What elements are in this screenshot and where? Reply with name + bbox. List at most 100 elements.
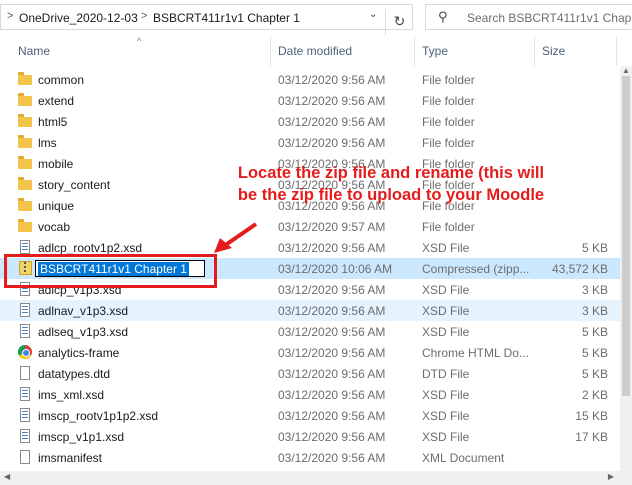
xsd-file-icon — [20, 240, 30, 254]
chevron-down-icon[interactable]: ⌄ — [369, 9, 377, 20]
table-row[interactable]: analytics-frame 03/12/2020 9:56 AM Chrome … — [0, 342, 620, 363]
column-headers: ^ Name Date modified Type Size — [0, 36, 632, 66]
sort-ascending-icon: ^ — [137, 36, 142, 46]
table-row[interactable]: ims_xml.xsd 03/12/2020 9:56 AM XSD File 2 K… — [0, 384, 620, 405]
file-type: XSD File — [422, 430, 470, 444]
xsd-file-icon — [20, 429, 30, 443]
file-type: XSD File — [422, 304, 470, 318]
table-row[interactable]: imscp_v1p1.xsd 03/12/2020 9:56 AM XSD File… — [0, 426, 620, 447]
file-type: DTD File — [422, 367, 470, 381]
column-header-date[interactable]: Date modified — [278, 44, 352, 58]
search-box[interactable]: ⚲ Search BSBCRT411r1v1 Chap... — [425, 4, 632, 30]
xsd-file-icon — [20, 324, 30, 338]
file-name: common — [38, 73, 85, 87]
file-name: adlcp_rootv1p2.xsd — [38, 241, 143, 255]
document-icon — [20, 366, 30, 380]
file-size: 5 KB — [581, 367, 608, 381]
column-header-type[interactable]: Type — [422, 44, 448, 58]
file-size: 15 KB — [575, 409, 608, 423]
refresh-button[interactable]: ↻ — [385, 9, 413, 35]
folder-icon — [18, 93, 32, 106]
annotation-line-1: Locate the zip file and rename (this wil… — [237, 164, 545, 182]
breadcrumb-parent[interactable]: OneDrive_2020-12-03 — [19, 11, 138, 25]
table-row[interactable]: common 03/12/2020 9:56 AM File folder — [0, 69, 620, 90]
scroll-left-icon[interactable]: ◀ — [4, 472, 10, 481]
vertical-scrollbar[interactable]: ▲ — [620, 66, 632, 471]
file-date: 03/12/2020 9:56 AM — [278, 367, 386, 381]
breadcrumb-separator: > — [7, 10, 14, 22]
breadcrumb-current[interactable]: BSBCRT411r1v1 Chapter 1 — [153, 11, 300, 25]
table-row[interactable]: adlseq_v1p3.xsd 03/12/2020 9:56 AM XSD Fil… — [0, 321, 620, 342]
file-size: 5 KB — [581, 241, 608, 255]
address-bar: > OneDrive_2020-12-03 > BSBCRT411r1v1 Ch… — [0, 0, 632, 35]
file-size: 43,572 KB — [551, 262, 608, 276]
file-name: imsmanifest — [38, 451, 103, 465]
file-type: XSD File — [422, 409, 470, 423]
table-row[interactable]: lms 03/12/2020 9:56 AM File folder — [0, 132, 620, 153]
file-name: imscp_rootv1p1p2.xsd — [38, 409, 159, 423]
folder-icon — [18, 135, 32, 148]
folder-icon — [18, 156, 32, 169]
file-size: 3 KB — [581, 283, 608, 297]
file-size: 3 KB — [581, 304, 608, 318]
chrome-icon — [18, 345, 32, 359]
column-header-name[interactable]: Name — [18, 44, 50, 58]
highlight-box — [4, 254, 217, 288]
annotation-text: Locate the zip file and rename (this wil… — [206, 162, 576, 206]
file-size: 5 KB — [581, 346, 608, 360]
table-row[interactable]: html5 03/12/2020 9:56 AM File folder — [0, 111, 620, 132]
file-type: XSD File — [422, 325, 470, 339]
table-row[interactable]: vocab 03/12/2020 9:57 AM File folder — [0, 216, 620, 237]
table-row[interactable]: datatypes.dtd 03/12/2020 9:56 AM DTD File 5… — [0, 363, 620, 384]
table-row[interactable]: imscp_rootv1p1p2.xsd 03/12/2020 9:56 AM XS… — [0, 405, 620, 426]
table-row[interactable]: imsmanifest 03/12/2020 9:56 AM XML Documen… — [0, 447, 620, 468]
file-type: File folder — [422, 136, 475, 150]
file-type: File folder — [422, 115, 475, 129]
file-date: 03/12/2020 9:56 AM — [278, 73, 386, 87]
file-type: File folder — [422, 220, 475, 234]
scroll-right-icon[interactable]: ▶ — [608, 472, 614, 481]
file-type: XSD File — [422, 388, 470, 402]
folder-icon — [18, 198, 32, 211]
file-date: 03/12/2020 9:56 AM — [278, 136, 386, 150]
file-type: XSD File — [422, 283, 470, 297]
folder-icon — [18, 72, 32, 85]
table-row[interactable]: extend 03/12/2020 9:56 AM File folder — [0, 90, 620, 111]
folder-icon — [18, 219, 32, 232]
file-date: 03/12/2020 9:56 AM — [278, 346, 386, 360]
breadcrumb[interactable]: > OneDrive_2020-12-03 > BSBCRT411r1v1 Ch… — [0, 4, 413, 35]
file-date: 03/12/2020 9:56 AM — [278, 283, 386, 297]
scrollbar-thumb[interactable] — [622, 76, 630, 396]
file-size: 17 KB — [575, 430, 608, 444]
file-date: 03/12/2020 10:06 AM — [278, 262, 393, 276]
file-type: File folder — [422, 94, 475, 108]
file-date: 03/12/2020 9:56 AM — [278, 241, 386, 255]
column-header-size[interactable]: Size — [542, 44, 565, 58]
file-date: 03/12/2020 9:56 AM — [278, 94, 386, 108]
file-date: 03/12/2020 9:56 AM — [278, 388, 386, 402]
search-input[interactable]: Search BSBCRT411r1v1 Chap... — [467, 11, 632, 25]
search-icon: ⚲ — [438, 9, 448, 24]
file-name: extend — [38, 94, 75, 108]
file-date: 03/12/2020 9:56 AM — [278, 304, 386, 318]
file-date: 03/12/2020 9:56 AM — [278, 409, 386, 423]
document-icon — [20, 450, 30, 464]
file-name: adlseq_v1p3.xsd — [38, 325, 129, 339]
file-name: analytics-frame — [38, 346, 120, 360]
file-name: imscp_v1p1.xsd — [38, 430, 125, 444]
file-type: XML Document — [422, 451, 505, 465]
scroll-up-icon[interactable]: ▲ — [622, 66, 630, 75]
horizontal-scrollbar[interactable]: ◀ ▶ — [0, 471, 632, 485]
file-name: story_content — [38, 178, 111, 192]
file-name: ims_xml.xsd — [38, 388, 105, 402]
table-row[interactable]: adlnav_v1p3.xsd 03/12/2020 9:56 AM XSD Fil… — [0, 300, 620, 321]
folder-icon — [18, 177, 32, 190]
file-name: mobile — [38, 157, 74, 171]
file-name: datatypes.dtd — [38, 367, 111, 381]
file-name: lms — [38, 136, 57, 150]
file-type: Chrome HTML Do... — [422, 346, 529, 360]
xsd-file-icon — [20, 303, 30, 317]
file-type: XSD File — [422, 241, 470, 255]
file-size: 2 KB — [581, 388, 608, 402]
file-size: 5 KB — [581, 325, 608, 339]
